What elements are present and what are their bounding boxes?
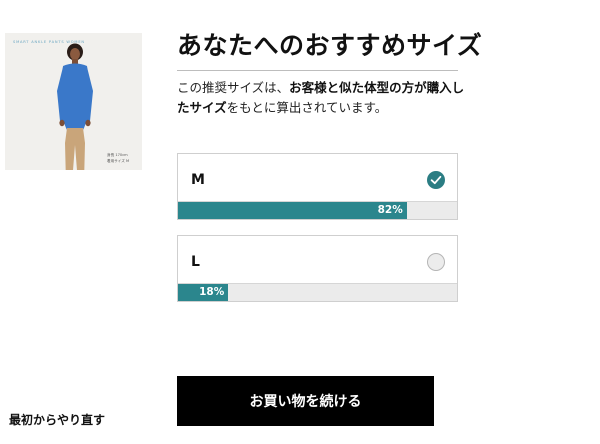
size-l-percentage-label: 18% xyxy=(199,286,225,298)
model-photo-illustration: SMART ANKLE PANTS WOMEN 身長 170cm 着用サイズ M xyxy=(5,33,142,170)
description-part3: をもとに算出されています。 xyxy=(226,100,388,115)
radio-checked-icon[interactable] xyxy=(427,171,445,189)
size-option-m[interactable]: M 82% xyxy=(177,153,458,220)
checkmark-icon xyxy=(430,175,442,185)
size-l-bar-fill: 18% xyxy=(178,284,229,301)
continue-shopping-button[interactable]: お買い物を続ける xyxy=(177,376,434,426)
title-divider xyxy=(177,70,458,71)
size-m-bar-fill: 82% xyxy=(178,202,407,219)
caption-height: 身長 170cm xyxy=(107,152,128,157)
size-m-percentage-label: 82% xyxy=(377,204,403,216)
caption-worn-size: 着用サイズ M xyxy=(107,158,129,163)
size-label-l: L xyxy=(191,254,200,270)
size-label-m: M xyxy=(191,172,205,188)
description-part1: この推奨サイズは、 xyxy=(177,80,290,95)
size-l-percentage-bar: 18% xyxy=(178,283,457,301)
size-option-l[interactable]: L 18% xyxy=(177,235,458,302)
recommendation-description: この推奨サイズは、お客様と似た体型の方が購入したサイズをもとに算出されています。 xyxy=(177,78,467,118)
product-model-image: SMART ANKLE PANTS WOMEN 身長 170cm 着用サイズ M xyxy=(5,33,142,170)
caption-top: SMART ANKLE PANTS WOMEN xyxy=(13,40,85,44)
page-title: あなたへのおすすめサイズ xyxy=(177,31,483,60)
radio-unchecked-icon[interactable] xyxy=(427,253,445,271)
start-over-link[interactable]: 最初からやり直す xyxy=(9,411,105,428)
size-m-percentage-bar: 82% xyxy=(178,201,457,219)
